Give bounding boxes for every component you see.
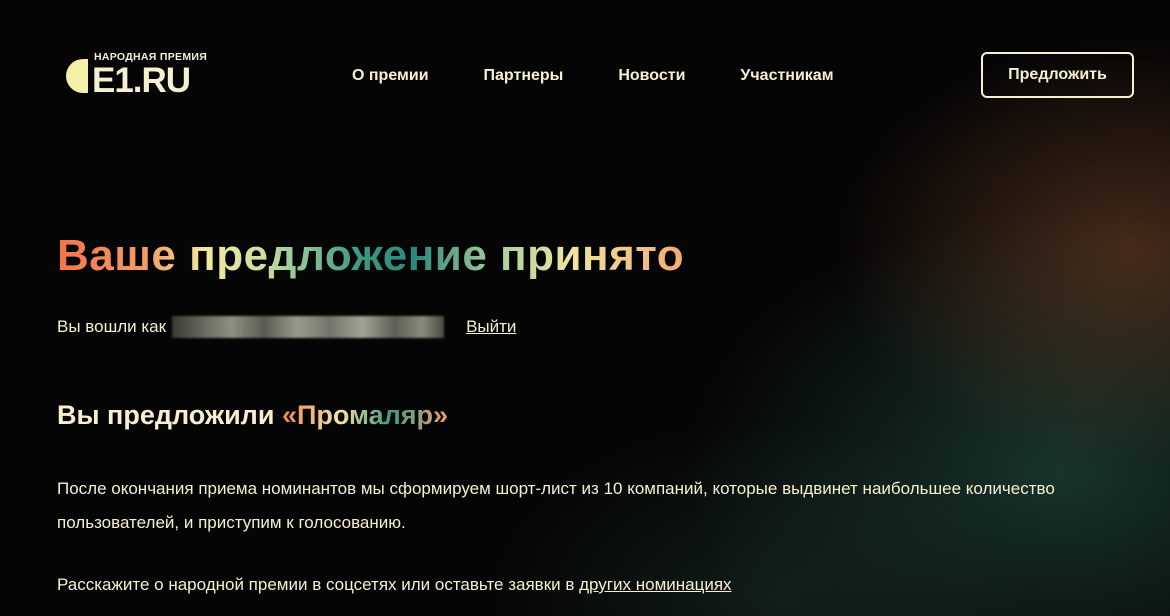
nav-item-news[interactable]: Новости xyxy=(618,66,685,86)
nav-item-participants[interactable]: Участникам xyxy=(740,66,833,86)
share-text: Расскажите о народной премии в соцсетях … xyxy=(57,575,580,594)
suggested-heading: Вы предложили «Промаляр» xyxy=(57,398,448,432)
other-nominations-link[interactable]: других номинациях xyxy=(579,575,731,594)
suggest-button[interactable]: Предложить xyxy=(981,52,1134,98)
share-paragraph: Расскажите о народной премии в соцсетях … xyxy=(57,572,732,598)
e1-logo[interactable]: НАРОДНАЯ ПРЕМИЯ E1.RU xyxy=(66,49,226,101)
logout-link[interactable]: Выйти xyxy=(466,317,516,337)
main-nav: О премии Партнеры Новости Участникам xyxy=(352,66,889,86)
blurred-username xyxy=(172,316,445,338)
info-paragraph: После окончания приема номинантов мы сфо… xyxy=(57,479,1055,532)
page-title: Ваше предложение принято xyxy=(57,228,684,284)
logo-halfmoon-icon xyxy=(66,59,88,93)
nav-item-partners[interactable]: Партнеры xyxy=(484,66,564,86)
page: НАРОДНАЯ ПРЕМИЯ E1.RU О премии Партнеры … xyxy=(0,0,1170,616)
suggested-prefix: Вы предложили xyxy=(57,400,282,430)
nav-item-about[interactable]: О премии xyxy=(352,66,429,86)
login-status: Вы вошли как Выйти xyxy=(57,316,516,338)
login-prefix: Вы вошли как xyxy=(57,317,167,336)
logo-wordmark: E1.RU xyxy=(92,61,191,100)
suggested-company-name: «Промаляр» xyxy=(281,400,449,430)
